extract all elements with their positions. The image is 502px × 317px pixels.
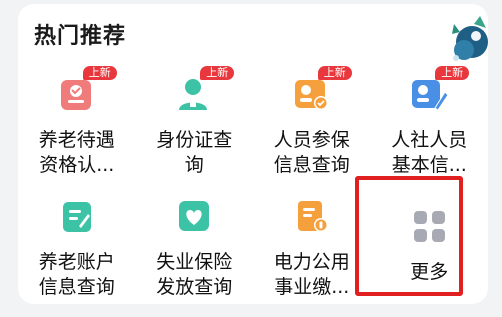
tile-label: 人社人员 基本信... bbox=[391, 129, 468, 176]
service-tile-hr-basic-info[interactable]: 上新 人社人员 基本信... bbox=[371, 66, 489, 188]
highlight-box bbox=[355, 176, 463, 296]
section-title: 热门推荐 bbox=[34, 24, 127, 49]
service-tile-id-card-query[interactable]: 上新 身份证查询 bbox=[136, 66, 254, 188]
tile-label: 失业保险 发放查询 bbox=[156, 251, 233, 298]
unemployment-heart-icon bbox=[174, 196, 214, 236]
tile-label: 养老账户 信息查询 bbox=[38, 251, 115, 298]
tile-label: 人员参保 信息查询 bbox=[273, 129, 350, 176]
insurance-person-check-icon: 上新 bbox=[292, 66, 352, 114]
tile-label: 养老待遇 资格认... bbox=[38, 129, 115, 176]
new-badge: 上新 bbox=[82, 66, 117, 80]
service-tile-insurance-info[interactable]: 上新 人员参保 信息查询 bbox=[253, 66, 371, 188]
person-edit-icon: 上新 bbox=[409, 66, 470, 114]
elderly-certification-icon: 上新 bbox=[57, 66, 117, 114]
tile-label: 电力公用 事业缴... bbox=[273, 251, 350, 298]
id-card-user-icon: 上新 bbox=[174, 66, 235, 114]
new-badge: 上新 bbox=[317, 66, 352, 80]
service-tile-unemployment-payment[interactable]: 失业保险 发放查询 bbox=[136, 188, 254, 304]
service-tile-pension-account[interactable]: 养老账户 信息查询 bbox=[18, 188, 136, 304]
pension-account-icon bbox=[57, 196, 97, 236]
service-tile-utility-payment[interactable]: 电力公用 事业缴... bbox=[253, 188, 371, 304]
tile-label: 身份证查询 bbox=[156, 129, 233, 176]
decoration-illustration-icon bbox=[452, 16, 488, 61]
utility-bill-icon bbox=[292, 196, 332, 236]
service-tile-elderly-certification[interactable]: 上新 养老待遇 资格认... bbox=[18, 66, 136, 188]
new-badge: 上新 bbox=[200, 66, 235, 80]
new-badge: 上新 bbox=[435, 66, 470, 80]
